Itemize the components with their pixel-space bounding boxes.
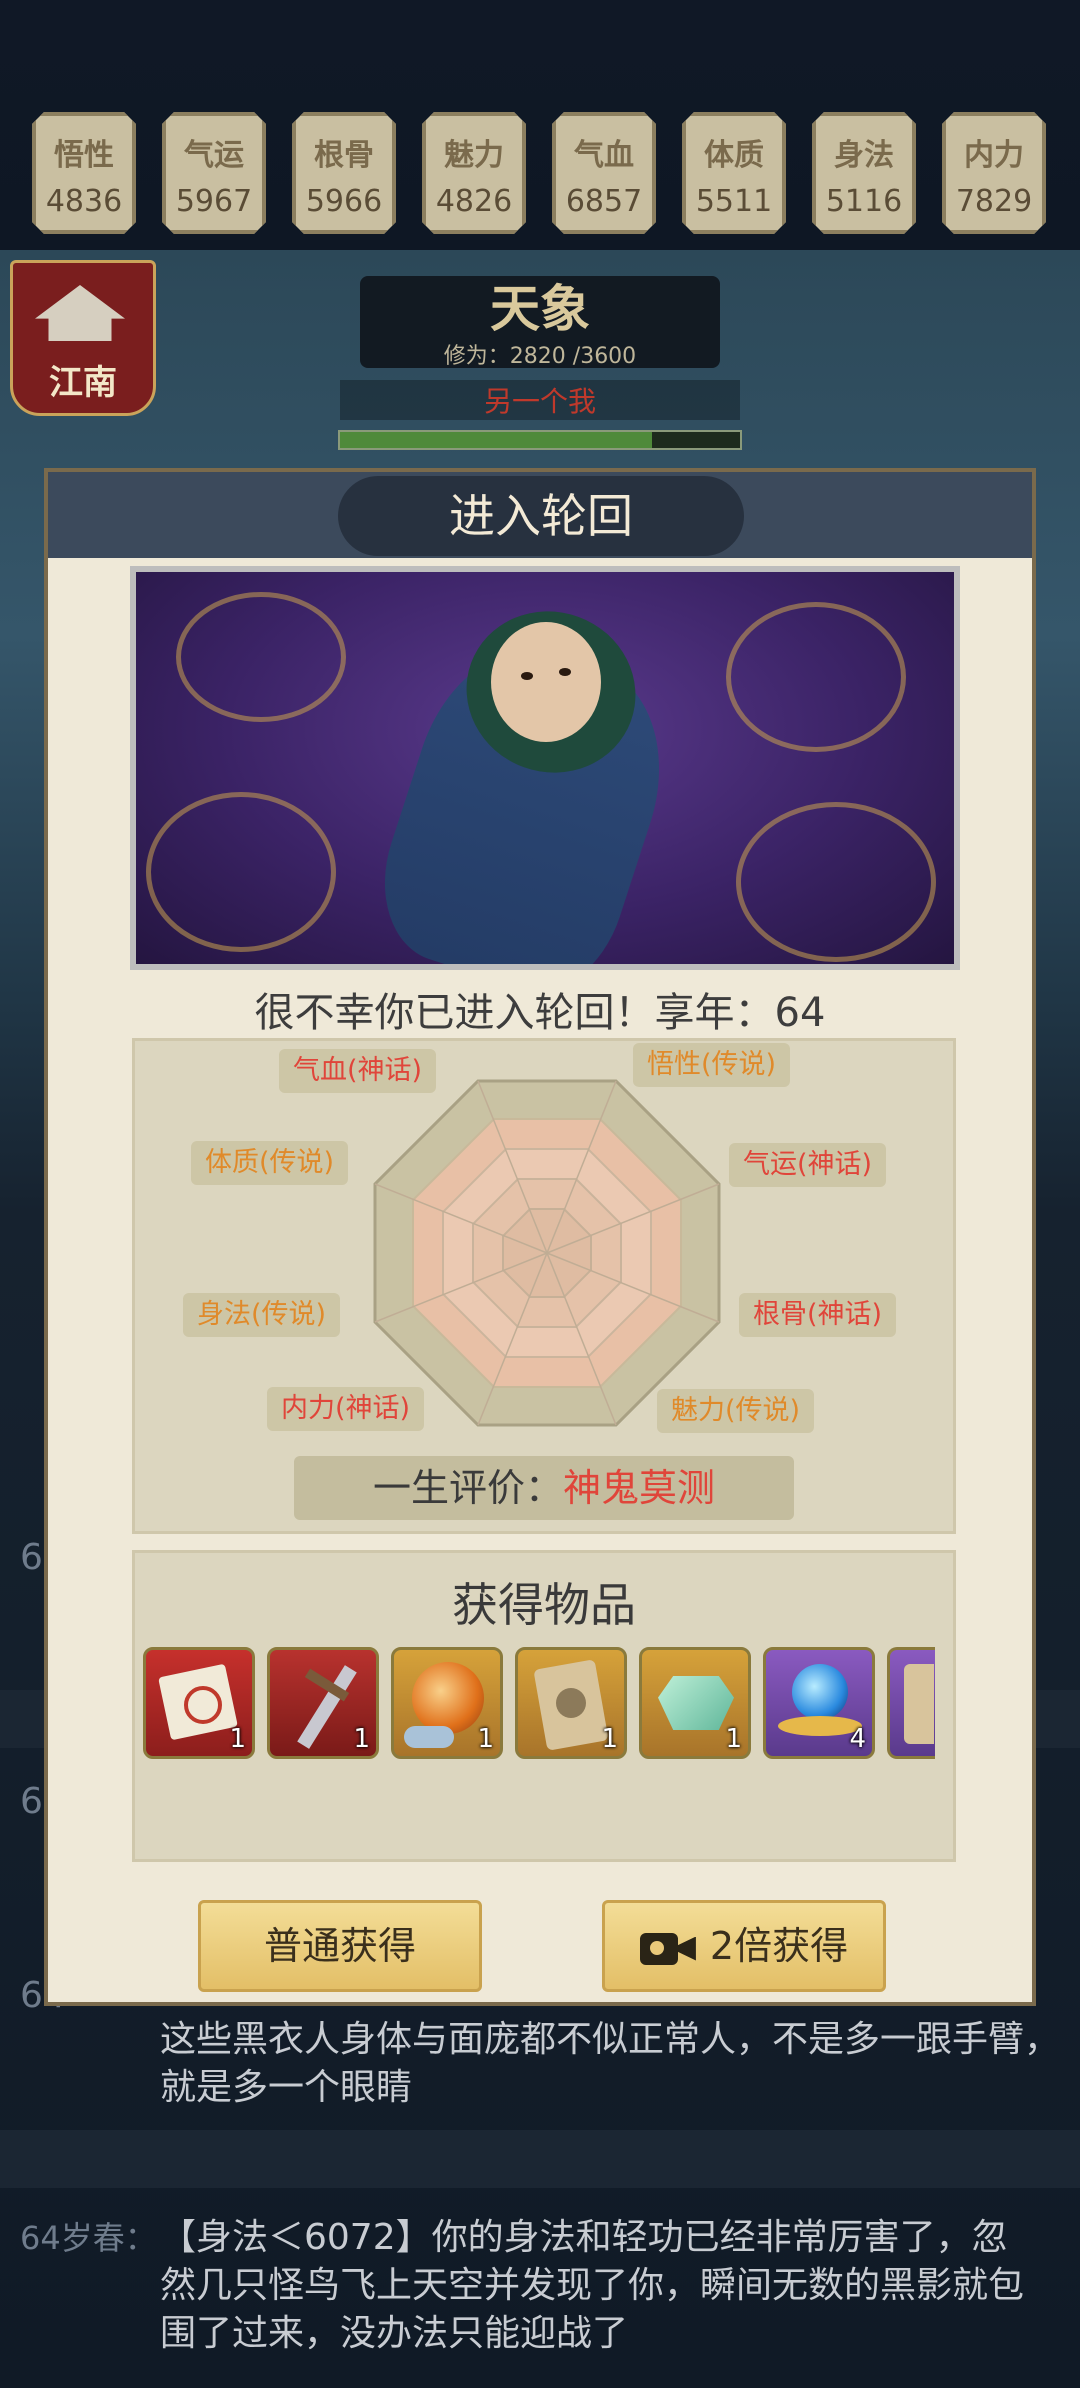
radar-chart (373, 1079, 721, 1427)
swirl-decoration (176, 592, 346, 722)
baby-illustration (130, 566, 960, 970)
stat-value: 5116 (825, 184, 903, 219)
stat-name: 根骨 (314, 138, 374, 173)
stat-name: 体质 (704, 138, 764, 173)
item-count: 1 (229, 1724, 246, 1754)
swirl-decoration (736, 802, 936, 962)
reincarnation-modal: 进入轮回 很不幸你已进入轮回！享年：64 气血(神话) 悟性(传说) 体质(传说… (44, 468, 1036, 2006)
stat-qixue: 气血 6857 (552, 112, 656, 234)
stat-value: 5966 (305, 184, 383, 219)
modal-title: 进入轮回 (338, 476, 744, 556)
blue-pearl-icon[interactable]: 4 (763, 1647, 875, 1759)
log-entry-text: 这些黑衣人身体与面庞都不似正常人，不是多一跟手臂，就是多一个眼睛 (160, 2016, 1060, 2112)
item-count: 4 (849, 1724, 866, 1754)
crystal (658, 1676, 734, 1730)
baby-face (491, 622, 601, 742)
stat-meili: 魅力 4826 (422, 112, 526, 234)
swirl-decoration (726, 602, 906, 752)
pearl (792, 1664, 848, 1720)
scroll-icon[interactable]: 1 (515, 1647, 627, 1759)
stat-value: 4826 (435, 184, 513, 219)
location-badge[interactable]: 江南 (10, 260, 156, 416)
stat-name: 悟性 (54, 138, 114, 173)
log-divider (0, 2130, 1080, 2188)
double-claim-button[interactable]: 2倍获得 (602, 1900, 886, 1992)
yin-yang-mark (184, 1686, 222, 1724)
location-name: 江南 (49, 363, 117, 403)
stat-shenfa: 身法 5116 (812, 112, 916, 234)
stat-wuxing: 悟性 4836 (32, 112, 136, 234)
stat-value: 5511 (695, 184, 773, 219)
stat-value: 4836 (45, 184, 123, 219)
log-age: 64岁春： (20, 2219, 157, 2257)
realm-title: 天象 (490, 279, 590, 338)
evaluation-value: 神鬼莫测 (563, 1466, 716, 1510)
modal-header: 进入轮回 (48, 472, 1032, 558)
eye (559, 668, 571, 676)
item-count: 1 (601, 1724, 618, 1754)
attr-shenfa: 身法(传说) (183, 1293, 341, 1337)
attr-neili: 内力(神话) (267, 1387, 425, 1431)
cultivation-bar-fill (340, 432, 652, 448)
life-evaluation: 一生评价：神鬼莫测 (294, 1456, 794, 1520)
sword-icon[interactable]: 1 (267, 1647, 379, 1759)
stat-name: 气血 (574, 138, 634, 173)
jade-crystal-icon[interactable]: 1 (639, 1647, 751, 1759)
attr-meili: 魅力(传说) (657, 1389, 815, 1433)
stats-bar: 悟性 4836 气运 5967 根骨 5966 魅力 4826 气血 6857 … (0, 0, 1080, 250)
item-count: 1 (353, 1724, 370, 1754)
cultivation-bar (338, 430, 742, 450)
stat-name: 身法 (834, 138, 894, 173)
stat-name: 内力 (964, 138, 1024, 173)
evaluation-label: 一生评价： (372, 1466, 563, 1510)
attr-gengu: 根骨(神话) (739, 1293, 897, 1337)
stat-name: 魅力 (444, 138, 504, 173)
stat-neili: 内力 7829 (942, 112, 1046, 234)
realm-panel: 天象 修为：2820 /3600 (360, 276, 720, 369)
log-text: 这些黑衣人身体与面庞都不似正常人，不是多一跟手臂，就是多一个眼睛 (160, 2019, 1061, 2108)
eye (521, 672, 533, 680)
normal-claim-button[interactable]: 普通获得 (198, 1900, 482, 1992)
stat-tizhi: 体质 5511 (682, 112, 786, 234)
pavilion-icon (35, 285, 125, 341)
cloud (404, 1726, 454, 1748)
stat-gengu: 根骨 5966 (292, 112, 396, 234)
stat-value: 6857 (565, 184, 643, 219)
normal-claim-label: 普通获得 (263, 1924, 416, 1968)
swirl-decoration (146, 792, 336, 952)
double-claim-label: 2倍获得 (709, 1924, 849, 1968)
orb (412, 1662, 484, 1734)
attr-tizhi: 体质(传说) (191, 1141, 349, 1185)
attr-qixue: 气血(神话) (279, 1049, 437, 1093)
items-title: 获得物品 (452, 1578, 636, 1632)
log-text: 【身法＜6072】你的身法和轻功已经非常厉害了，忽然几只怪鸟飞上天空并发现了你，… (160, 2217, 1025, 2354)
orange-orb-icon[interactable]: 1 (391, 1647, 503, 1759)
item-count: 1 (477, 1724, 494, 1754)
stat-value: 5967 (175, 184, 253, 219)
item-count: 1 (725, 1724, 742, 1754)
items-panel: 获得物品 1 1 1 1 1 4 (132, 1550, 956, 1862)
log-entry: 64岁春：【身法＜6072】你的身法和轻功已经非常厉害了，忽然几只怪鸟飞上天空并… (20, 2214, 1060, 2358)
video-camera-icon (639, 1929, 696, 1969)
stat-value: 7829 (955, 184, 1033, 219)
attr-qiyun: 气运(神话) (729, 1143, 887, 1187)
purple-scroll-icon[interactable] (887, 1647, 935, 1759)
stat-name: 气运 (184, 138, 244, 173)
stat-qiyun: 气运 5967 (162, 112, 266, 234)
cultivation-text: 修为：2820 /3600 (443, 344, 637, 369)
subname: 另一个我 (340, 380, 740, 420)
attr-wuxing: 悟性(传说) (633, 1043, 791, 1087)
scroll-body (904, 1664, 934, 1744)
talisman-scroll-icon[interactable]: 1 (143, 1647, 255, 1759)
reincarnation-text: 很不幸你已进入轮回！享年：64 (254, 990, 826, 1036)
scroll-seal (556, 1688, 586, 1718)
